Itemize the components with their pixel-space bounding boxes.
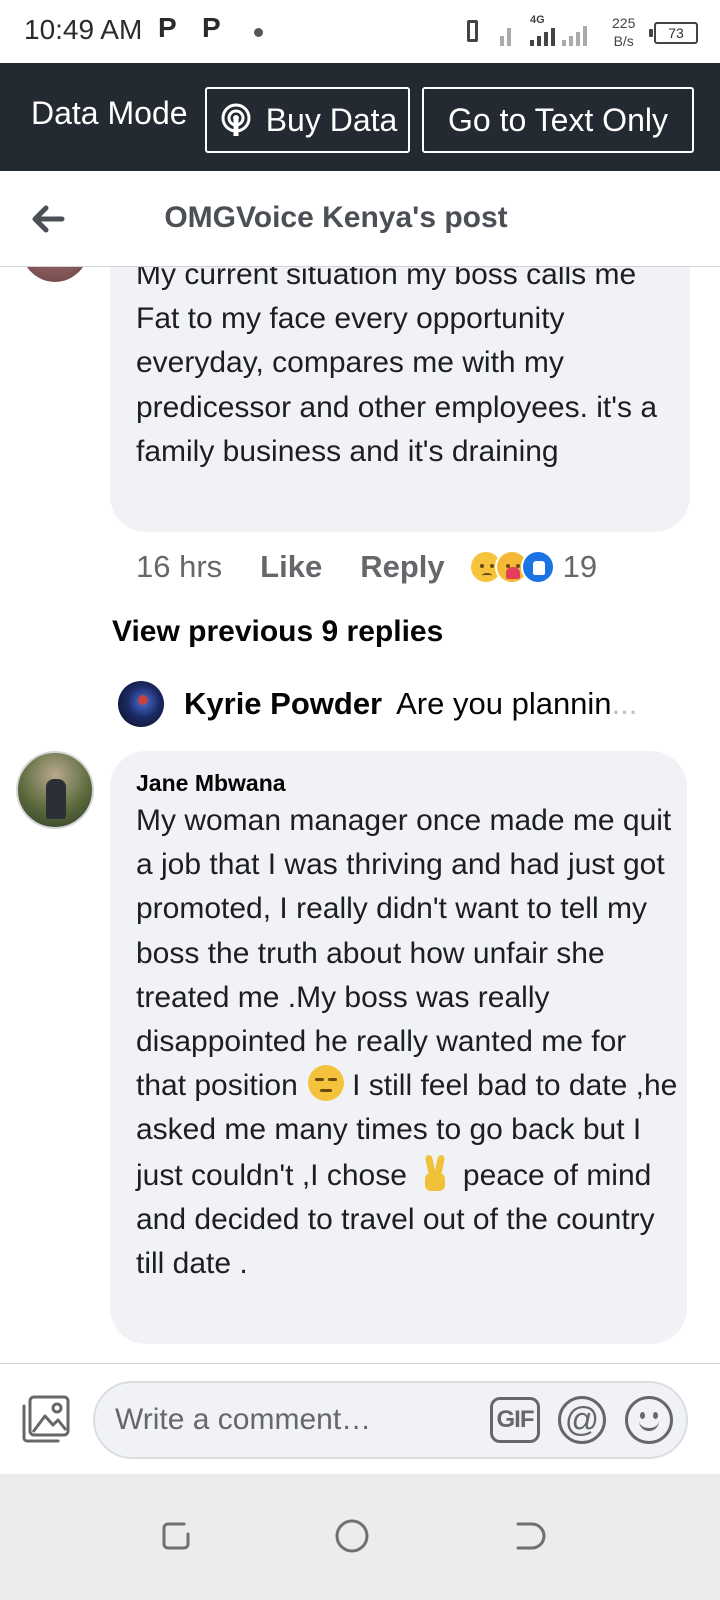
network-speed: 225 B/s xyxy=(612,14,635,50)
signal-sim1-icon xyxy=(500,20,511,46)
reactions[interactable] xyxy=(468,550,555,584)
speed-value: 225 xyxy=(612,15,636,31)
avatar[interactable] xyxy=(20,267,90,282)
buy-data-label: Buy Data xyxy=(265,101,398,138)
notification-p-icon: P xyxy=(202,12,221,43)
battery-icon: 73 xyxy=(649,22,698,44)
data-mode-bar: Data Mode Buy Data Go to Text Only xyxy=(0,63,720,171)
like-icon xyxy=(520,550,555,584)
comment-time: 16 hrs xyxy=(136,549,223,584)
comment-input[interactable]: Write a comment… GIF @ xyxy=(93,1381,688,1459)
comment-text-part: My woman manager once made me quit a job… xyxy=(136,804,672,1103)
post-header: OMGVoice Kenya's post xyxy=(0,171,720,267)
notification-p-icon: P xyxy=(158,12,177,43)
battery-level: 73 xyxy=(668,25,684,41)
status-time: 10:49 AM xyxy=(24,14,143,45)
notification-dot-icon xyxy=(254,28,263,37)
avatar[interactable] xyxy=(118,681,164,727)
reply-ellipsis: ... xyxy=(611,686,638,721)
reply-snippet: Are you plannin xyxy=(396,686,612,721)
status-bar: 10:49 AM P P 4G 225 B/s 73 xyxy=(0,0,720,64)
data-mode-label: Data Mode xyxy=(31,95,188,131)
text-only-label: Go to Text Only xyxy=(448,101,668,138)
comment-author[interactable]: Jane Mbwana xyxy=(136,770,286,797)
buy-data-button[interactable]: Buy Data xyxy=(205,87,410,153)
photo-icon[interactable] xyxy=(20,1394,72,1444)
avatar[interactable] xyxy=(16,751,94,829)
comment-actions: 16 hrs Like Reply 19 xyxy=(136,547,597,587)
comments-list[interactable]: My current situation my boss calls me Fa… xyxy=(0,267,720,1363)
gif-icon[interactable]: GIF xyxy=(490,1397,540,1443)
pensive-face-icon xyxy=(308,1065,345,1102)
reply-button[interactable]: Reply xyxy=(360,549,444,585)
emoji-icon[interactable] xyxy=(625,1396,673,1444)
reply-preview[interactable]: Kyrie Powder Are you plannin... xyxy=(118,679,637,729)
signal-sim3-icon xyxy=(562,20,587,46)
text-only-button[interactable]: Go to Text Only xyxy=(422,87,694,153)
home-icon[interactable] xyxy=(334,1518,370,1554)
system-nav-bar xyxy=(0,1474,720,1600)
back-nav-icon[interactable] xyxy=(510,1518,546,1554)
recent-apps-icon[interactable] xyxy=(158,1518,194,1554)
vibrate-icon xyxy=(460,20,484,44)
signal-sim2-icon xyxy=(530,20,555,46)
podcast-icon xyxy=(221,103,251,136)
comment-text: My woman manager once made me quit a job… xyxy=(136,799,681,1286)
comment-text: My current situation my boss calls me Fa… xyxy=(136,267,658,468)
mention-icon[interactable]: @ xyxy=(558,1396,606,1444)
comment-placeholder: Write a comment… xyxy=(115,1403,372,1436)
view-previous-replies-link[interactable]: View previous 9 replies xyxy=(112,615,443,649)
reaction-count: 19 xyxy=(562,549,598,584)
reply-author[interactable]: Kyrie Powder xyxy=(184,686,382,722)
like-button[interactable]: Like xyxy=(260,549,322,585)
page-title: OMGVoice Kenya's post xyxy=(164,201,508,234)
victory-hand-icon xyxy=(421,1153,449,1191)
speed-unit: B/s xyxy=(613,33,634,49)
comment-composer: Write a comment… GIF @ xyxy=(0,1363,720,1474)
